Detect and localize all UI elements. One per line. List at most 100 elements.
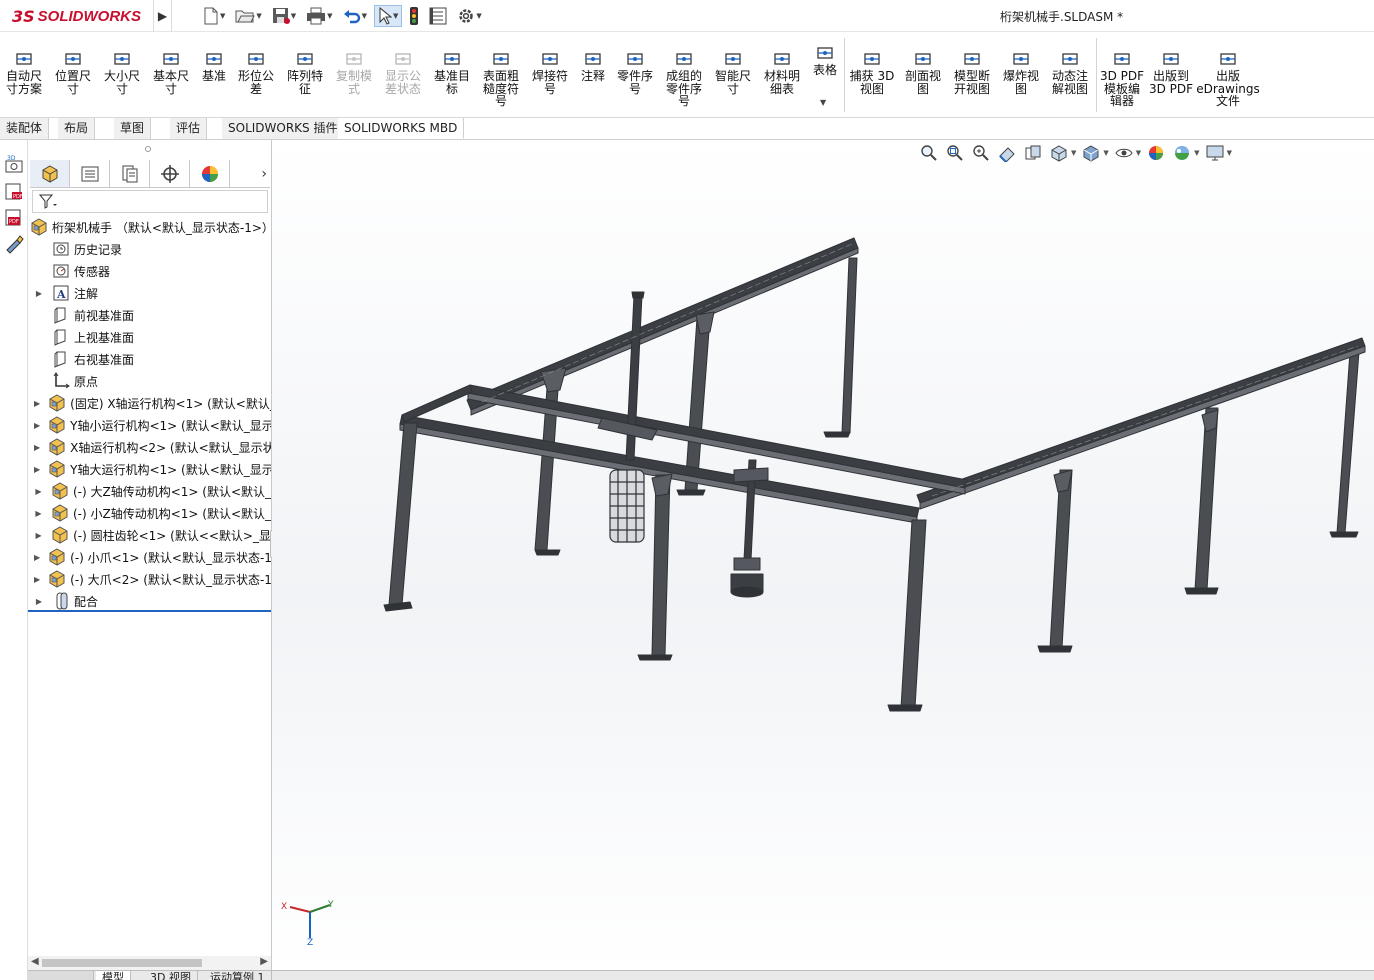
tab-1[interactable]: 布局	[58, 118, 96, 139]
toolbar-separator	[844, 38, 845, 112]
cmd-exploded-view-button[interactable]: 爆炸视 图	[995, 48, 1047, 95]
printer-icon[interactable]: ▼	[303, 5, 335, 27]
tree-horizontal-scrollbar[interactable]: ◀ ▶	[28, 956, 271, 970]
tree-item[interactable]: 右视基准面	[28, 348, 271, 370]
tree-item[interactable]: ▶ (-) 小Z轴传动机构<1> (默认<默认_	[28, 502, 271, 524]
expand-arrow-icon[interactable]: ▶	[34, 421, 40, 430]
cmd-balloon-button[interactable]: 零件序 号	[609, 48, 661, 95]
folder-open-icon[interactable]: ▼	[232, 5, 264, 27]
expand-arrow-icon[interactable]: ▶	[34, 443, 40, 452]
3d-pdf-template-icon[interactable]: PDF	[3, 180, 25, 202]
expand-arrow-icon[interactable]: ▶	[34, 289, 44, 298]
property-manager-tab-icon[interactable]	[70, 160, 110, 187]
tree-item-label: 历史记录	[74, 242, 123, 257]
cmd-label: 基准目 标	[433, 69, 470, 96]
tab-2[interactable]: 草图	[114, 118, 152, 139]
cmd-publish-3d-pdf-button[interactable]: 出版到 3D PDF	[1145, 48, 1197, 95]
tab-0[interactable]: 装配体	[0, 118, 50, 139]
expand-arrow-icon[interactable]: ▶	[34, 509, 43, 518]
tree-item[interactable]: ▶ (-) 大Z轴传动机构<1> (默认<默认_	[28, 480, 271, 502]
tab-4[interactable]: SOLIDWORKS 插件	[222, 118, 345, 139]
cursor-arrow-icon[interactable]: ▼	[373, 5, 403, 27]
expand-arrow-icon[interactable]: ▶	[34, 553, 40, 562]
cmd-label: 爆炸视 图	[1002, 69, 1039, 96]
tree-root-label: 桁架机械手 （默认<默认_显示状态-1>）	[52, 220, 271, 235]
capture-3d-view-icon[interactable]: 3D	[3, 154, 25, 176]
tree-item[interactable]: ▶ (-) 小爪<1> (默认<默认_显示状态-1	[28, 546, 271, 568]
cmd-label: 零件序 号	[616, 69, 653, 96]
traffic-light-icon[interactable]	[406, 5, 422, 27]
tree-item[interactable]: 原点	[28, 370, 271, 392]
tree-item[interactable]: ▶ X轴运行机构<2> (默认<默认_显示状	[28, 436, 271, 458]
cmd-location-dimension-button[interactable]: 位置尺 寸	[47, 48, 99, 95]
mbd-dimension-icon[interactable]	[3, 232, 25, 254]
tree-item[interactable]: ▶ 配合	[28, 590, 271, 612]
tree-root-assembly[interactable]: 桁架机械手 （默认<默认_显示状态-1>）	[28, 216, 271, 238]
expand-arrow-icon[interactable]: ▶	[34, 531, 43, 540]
tree-item[interactable]: ▶ (固定) X轴运行机构<1> (默认<默认_	[28, 392, 271, 414]
bottom-tab-1[interactable]: 3D 视图	[144, 971, 198, 980]
scroll-thumb[interactable]	[42, 959, 202, 967]
expand-arrow-icon[interactable]: ▶	[34, 597, 44, 606]
gantry-robot-model[interactable]	[272, 140, 1374, 900]
cmd-auto-dimension-button[interactable]: 自动尺 寸方案	[0, 48, 50, 95]
tree-item[interactable]: 前视基准面	[28, 304, 271, 326]
more-tabs-chevron-icon[interactable]: ›	[261, 166, 267, 182]
cmd-surface-finish-button[interactable]: 表面粗 糙度符 号	[475, 48, 527, 108]
undo-icon[interactable]: ▼	[340, 5, 370, 27]
panel-grip-icon[interactable]	[145, 146, 151, 152]
cmd-3d-pdf-template-editor-button[interactable]: 3D PDF 模板编 辑器	[1096, 48, 1148, 108]
gear-icon[interactable]: ▼	[454, 5, 484, 27]
publish-3d-pdf-icon[interactable]: PDF	[3, 206, 25, 228]
cmd-dynamic-annotation-views-button[interactable]: 动态注 解视图	[1044, 48, 1096, 95]
graphics-area[interactable]: ▼ ▼ ▼ ▼ ▼ X Y Z	[272, 140, 1374, 970]
tree-item[interactable]: 历史记录	[28, 238, 271, 260]
display-manager-tab-icon[interactable]	[190, 160, 230, 187]
basic-dimension-icon	[160, 48, 182, 70]
cmd-geometric-tolerance-button[interactable]: 形位公 差	[230, 48, 282, 95]
tree-item[interactable]: 传感器	[28, 260, 271, 282]
bottom-tab-2[interactable]: 运动算例 1	[204, 971, 272, 980]
tab-5[interactable]: SOLIDWORKS MBD	[338, 118, 465, 139]
save-icon[interactable]: ▼	[269, 5, 299, 27]
cmd-stacked-balloon-button[interactable]: 成组的 零件序 号	[658, 48, 710, 108]
cmd-section-view-button[interactable]: 剖面视 图	[897, 48, 949, 95]
bottom-tab-scroll-arrows[interactable]	[28, 971, 94, 980]
expand-arrow-icon[interactable]: ▶	[34, 575, 40, 584]
table-dropdown-caret-icon[interactable]: ▼	[820, 98, 826, 107]
cmd-capture-3d-view-button[interactable]: 捕获 3D 视图	[846, 48, 898, 95]
part-icon	[51, 526, 69, 544]
cmd-edrawings-button[interactable]: 出版 eDrawings 文件	[1196, 48, 1260, 108]
cmd-label: 形位公 差	[237, 69, 274, 96]
tree-item[interactable]: ▶ Y轴小运行机构<1> (默认<默认_显示	[28, 414, 271, 436]
menu-expand-arrow-icon[interactable]: ▶	[154, 0, 172, 32]
tree-filter-box[interactable]	[32, 190, 268, 213]
configuration-manager-tab-icon[interactable]	[110, 160, 150, 187]
solidworks-logo[interactable]: 3S SOLIDWORKS	[0, 0, 154, 32]
tree-item[interactable]: ▶ (-) 大爪<2> (默认<默认_显示状态-1	[28, 568, 271, 590]
expand-arrow-icon[interactable]: ▶	[34, 399, 40, 408]
cmd-size-dimension-button[interactable]: 大小尺 寸	[96, 48, 148, 95]
tree-item[interactable]: ▶ A 注解	[28, 282, 271, 304]
cmd-smart-dimension-button[interactable]: 智能尺 寸	[707, 48, 759, 95]
bottom-tab-0[interactable]: 模型	[96, 971, 131, 980]
cmd-copy-scheme-button[interactable]: 复制模 式	[328, 48, 380, 95]
scroll-left-icon[interactable]: ◀	[31, 956, 39, 967]
dimxpert-manager-tab-icon[interactable]	[150, 160, 190, 187]
tree-item[interactable]: ▶ Y轴大运行机构<1> (默认<默认_显示	[28, 458, 271, 480]
cmd-model-break-view-button[interactable]: 模型断 开视图	[946, 48, 998, 95]
cmd-pattern-feature-button[interactable]: 阵列特 征	[279, 48, 331, 95]
scroll-right-icon[interactable]: ▶	[260, 956, 268, 967]
cmd-datum-target-button[interactable]: 基准目 标	[426, 48, 478, 95]
tab-3[interactable]: 评估	[170, 118, 208, 139]
expand-arrow-icon[interactable]: ▶	[34, 487, 43, 496]
properties-icon[interactable]	[426, 5, 450, 27]
geometric-tolerance-icon	[245, 48, 267, 70]
new-file-icon[interactable]: ▼	[200, 5, 228, 27]
expand-arrow-icon[interactable]: ▶	[34, 465, 40, 474]
tree-item[interactable]: 上视基准面	[28, 326, 271, 348]
dynamic-annotation-views-icon	[1059, 48, 1081, 70]
cmd-show-tolerance-status-button[interactable]: 显示公 差状态	[377, 48, 429, 95]
feature-tree-tab-icon[interactable]	[30, 160, 70, 187]
tree-item[interactable]: ▶ (-) 圆柱齿轮<1> (默认<<默认>_显	[28, 524, 271, 546]
